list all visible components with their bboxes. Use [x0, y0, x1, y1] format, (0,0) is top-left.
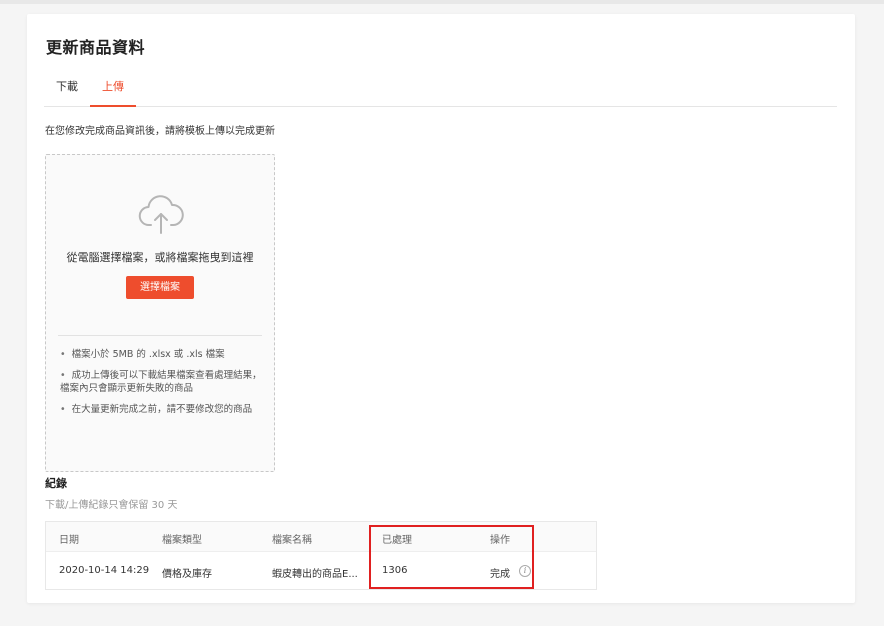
tab-upload[interactable]: 上傳	[90, 74, 136, 107]
cell-action-status: 完成	[490, 569, 510, 580]
select-file-button[interactable]: 選擇檔案	[126, 276, 194, 299]
info-icon[interactable]: i	[519, 565, 531, 577]
column-header-action: 操作	[490, 535, 510, 546]
cloud-upload-icon	[138, 195, 184, 234]
tab-bar: 下載 上傳	[44, 74, 837, 107]
page-title: 更新商品資料	[46, 38, 146, 57]
top-strip	[0, 0, 884, 4]
update-products-card: 更新商品資料 下載 上傳 在您修改完成商品資訊後，請將模板上傳以完成更新 從電腦…	[27, 14, 855, 603]
dropzone-divider	[58, 335, 262, 336]
dropzone-text: 從電腦選擇檔案，或將檔案拖曳到這裡	[66, 251, 254, 264]
cell-processed: 1306	[382, 565, 408, 576]
records-note: 下載/上傳紀錄只會保留 30 天	[45, 500, 178, 511]
column-header-processed: 已處理	[382, 535, 412, 546]
cell-filename: 蝦皮轉出的商品E...	[272, 569, 358, 580]
upload-rules-list: 檔案小於 5MB 的 .xlsx 或 .xls 檔案 成功上傳後可以下載結果檔案…	[58, 348, 268, 424]
upload-hint: 在您修改完成商品資訊後，請將模板上傳以完成更新	[45, 126, 275, 137]
cell-date: 2020-10-14 14:29	[59, 565, 150, 576]
tab-download[interactable]: 下載	[44, 74, 90, 107]
table-header: 日期 檔案類型 檔案名稱 已處理 操作	[46, 522, 596, 552]
column-header-filename: 檔案名稱	[272, 535, 312, 546]
records-table: 日期 檔案類型 檔案名稱 已處理 操作 2020-10-14 14:29 價格及…	[45, 521, 597, 590]
file-dropzone[interactable]: 從電腦選擇檔案，或將檔案拖曳到這裡 選擇檔案 檔案小於 5MB 的 .xlsx …	[45, 154, 275, 472]
upload-rule-item: 成功上傳後可以下載結果檔案查看處理結果，檔案內只會顯示更新失敗的商品	[58, 369, 268, 395]
upload-rule-item: 檔案小於 5MB 的 .xlsx 或 .xls 檔案	[58, 348, 268, 361]
upload-rule-item: 在大量更新完成之前，請不要修改您的商品	[58, 403, 268, 416]
column-header-type: 檔案類型	[162, 535, 202, 546]
cell-type: 價格及庫存	[162, 569, 212, 580]
records-title: 紀錄	[45, 477, 67, 490]
column-header-date: 日期	[59, 535, 79, 546]
